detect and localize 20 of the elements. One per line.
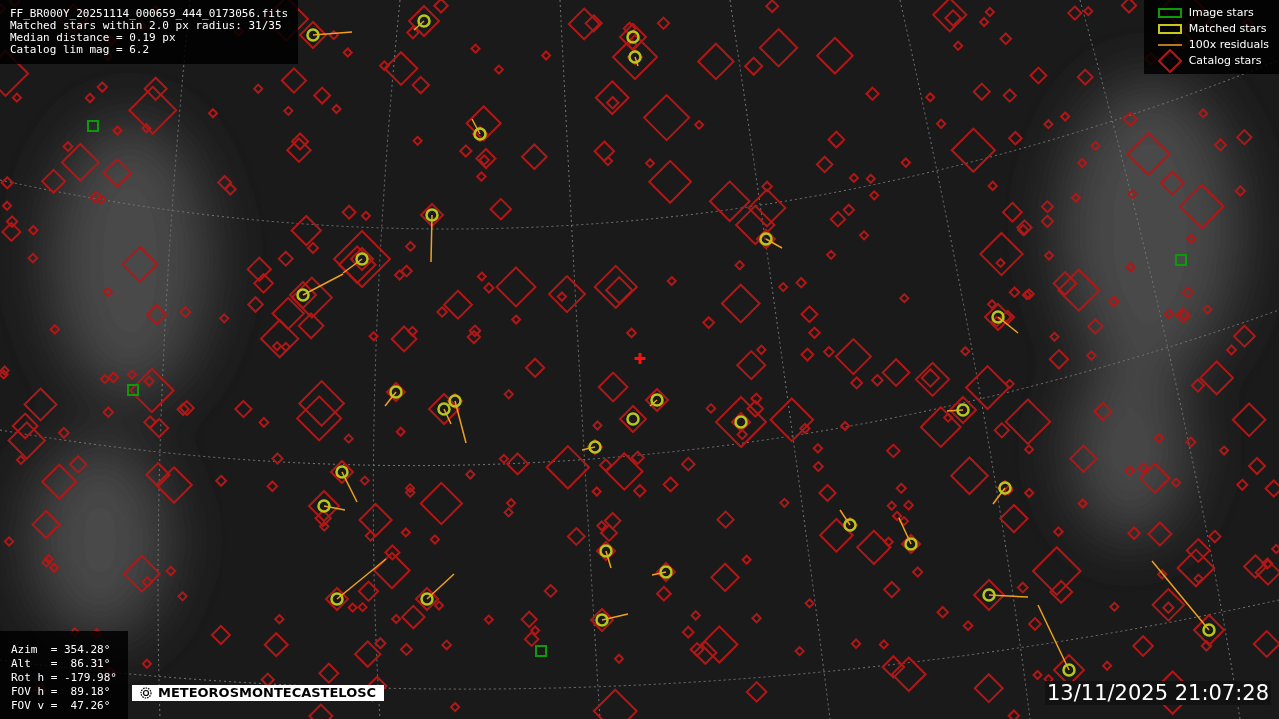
matched-star-marker-icon — [1157, 24, 1182, 34]
info-text: Median distance = 0.19 px — [10, 32, 177, 44]
legend-label: 100x residuals — [1188, 36, 1269, 53]
pointing-text: Azim = 354.28° — [11, 643, 112, 657]
info-text: Matched stars within 2.0 px radius: 31/35 — [10, 20, 282, 32]
pointing-text: FOV h = 89.18° — [11, 685, 112, 699]
pointing-text: Alt = 86.31° — [11, 657, 112, 671]
pointing-text: Rot h = -179.98° — [11, 671, 117, 685]
legend-label: Image stars — [1188, 4, 1254, 21]
timestamp: 13/11/2025 21:07:28 — [1044, 681, 1271, 705]
image-star-marker-icon — [1157, 8, 1182, 18]
legend-label: Catalog stars — [1188, 52, 1262, 69]
pointing-text: FOV v = 47.26° — [11, 699, 112, 713]
residual-line-icon — [1157, 44, 1182, 46]
station-name: METEOROSMONTECASTELOSC — [157, 684, 377, 703]
copyright-icon — [139, 687, 152, 699]
info-text: Catalog lim mag = 6.2 — [10, 44, 151, 56]
legend-label: Matched stars — [1188, 20, 1267, 37]
diamond-icon — [1157, 49, 1182, 73]
info-text: FF_BR000Y_20251114_000659_444_0173056.fits — [10, 8, 289, 20]
